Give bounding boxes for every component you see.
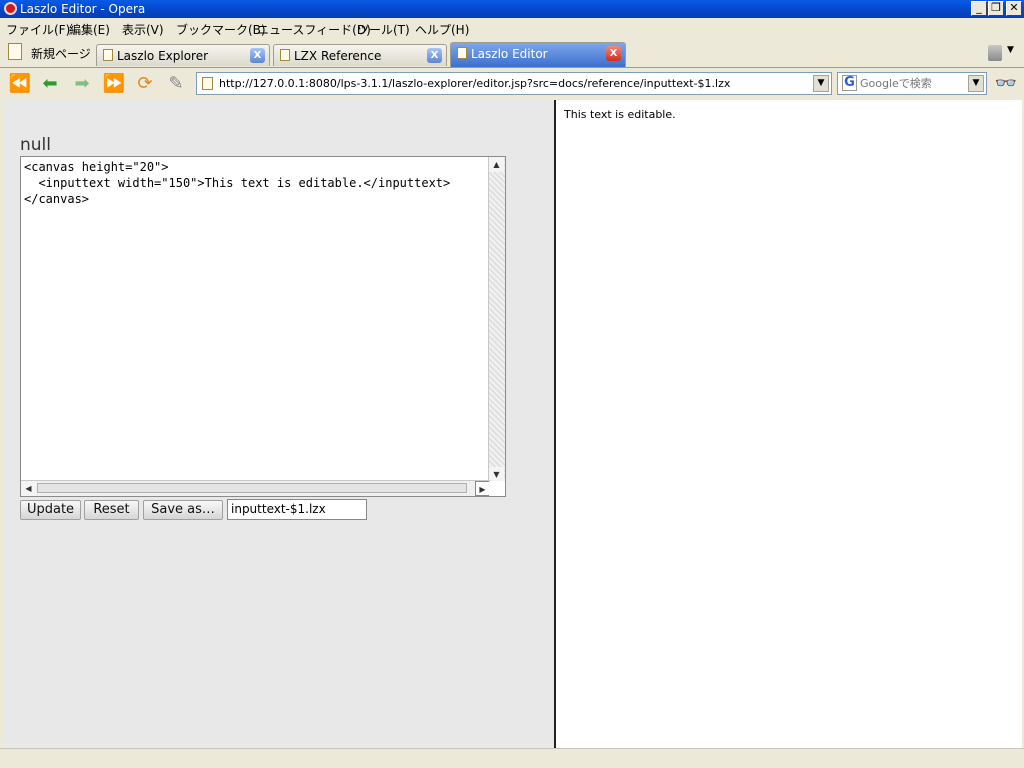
address-bar[interactable]: http://127.0.0.1:8080/lps-3.1.1/laszlo-e… <box>196 72 832 95</box>
menu-bookmarks[interactable]: ブックマーク(B) <box>176 21 266 38</box>
filename-field[interactable]: inputtext-$1.lzx <box>227 499 367 520</box>
code-editor[interactable]: <canvas height="20"> <inputtext width="1… <box>20 156 506 497</box>
address-url[interactable]: http://127.0.0.1:8080/lps-3.1.1/laszlo-e… <box>219 77 730 90</box>
glasses-icon[interactable]: 👓 <box>992 73 1020 95</box>
reload-icon[interactable]: ⟳ <box>133 73 157 95</box>
search-engine-dropdown-icon[interactable]: ▼ <box>968 75 984 92</box>
new-page-button[interactable]: 新規ページ <box>31 45 91 62</box>
document-icon <box>103 49 113 61</box>
editor-heading: null <box>20 135 51 155</box>
menu-tools[interactable]: ツール(T) <box>357 21 410 38</box>
update-button[interactable]: Update <box>20 500 81 520</box>
opera-logo-icon <box>4 2 17 15</box>
scroll-left-icon[interactable]: ◀ <box>21 481 36 496</box>
scroll-down-icon[interactable]: ▼ <box>489 467 504 482</box>
menu-bar: ファイル(F) 編集(E) 表示(V) ブックマーク(B) ニュースフィード(D… <box>0 18 1024 39</box>
horizontal-scroll-thumb[interactable] <box>37 483 467 493</box>
output-pane <box>556 100 1022 748</box>
google-icon: G <box>842 75 857 91</box>
window-title: Laszlo Editor - Opera <box>20 2 146 16</box>
vertical-scrollbar[interactable]: ▲ ▼ <box>488 157 505 482</box>
horizontal-scrollbar[interactable]: ◀ ▶ <box>21 480 490 496</box>
scrollbar-corner <box>489 481 505 496</box>
tab-lzx-reference[interactable]: LZX Reference X <box>273 44 447 66</box>
minimize-button[interactable]: _ <box>971 1 987 16</box>
close-tab-icon[interactable]: X <box>427 48 442 63</box>
close-tab-icon[interactable]: X <box>250 48 265 63</box>
menu-feeds[interactable]: ニュースフィード(D) <box>257 21 371 38</box>
document-icon <box>202 77 213 90</box>
new-page-icon <box>8 43 22 60</box>
tab-bar: 新規ページ Laszlo Explorer X LZX Reference X … <box>0 39 1024 68</box>
fast-forward-icon[interactable]: ⏩ <box>102 73 126 95</box>
menu-view[interactable]: 表示(V) <box>122 21 164 38</box>
code-text[interactable]: <canvas height="20"> <inputtext width="1… <box>24 159 484 207</box>
status-bar <box>0 748 1024 768</box>
search-field[interactable]: G ▼ <box>837 72 987 95</box>
scroll-up-icon[interactable]: ▲ <box>489 157 504 172</box>
forward-icon[interactable]: ➡ <box>70 73 94 95</box>
tab-label: LZX Reference <box>294 49 382 63</box>
menu-file[interactable]: ファイル(F) <box>6 21 70 38</box>
document-icon <box>280 49 290 61</box>
restore-button[interactable]: ❐ <box>988 1 1004 16</box>
back-icon[interactable]: ⬅ <box>38 73 62 95</box>
tab-laszlo-editor[interactable]: Laszlo Editor X <box>450 42 626 67</box>
trash-icon[interactable] <box>988 45 1002 61</box>
edit-pen-icon[interactable]: ✎ <box>164 73 188 95</box>
scroll-right-icon[interactable]: ▶ <box>475 481 490 496</box>
close-tab-icon[interactable]: X <box>606 46 621 61</box>
close-window-button[interactable]: ✕ <box>1006 1 1022 16</box>
search-input[interactable] <box>860 75 970 92</box>
menu-edit[interactable]: 編集(E) <box>69 21 110 38</box>
tab-label: Laszlo Explorer <box>117 49 209 63</box>
chevron-down-icon[interactable]: ▼ <box>1007 45 1014 55</box>
tab-label: Laszlo Editor <box>471 47 548 61</box>
title-bar: Laszlo Editor - Opera _ ❐ ✕ <box>0 0 1024 18</box>
output-text[interactable]: This text is editable. <box>564 108 676 121</box>
reset-button[interactable]: Reset <box>84 500 139 520</box>
rewind-icon[interactable]: ⏪ <box>8 73 32 95</box>
tab-laszlo-explorer[interactable]: Laszlo Explorer X <box>96 44 270 66</box>
save-as-button[interactable]: Save as… <box>143 500 223 520</box>
address-dropdown-icon[interactable]: ▼ <box>813 75 829 92</box>
document-icon <box>457 47 467 59</box>
menu-help[interactable]: ヘルプ(H) <box>415 21 469 38</box>
